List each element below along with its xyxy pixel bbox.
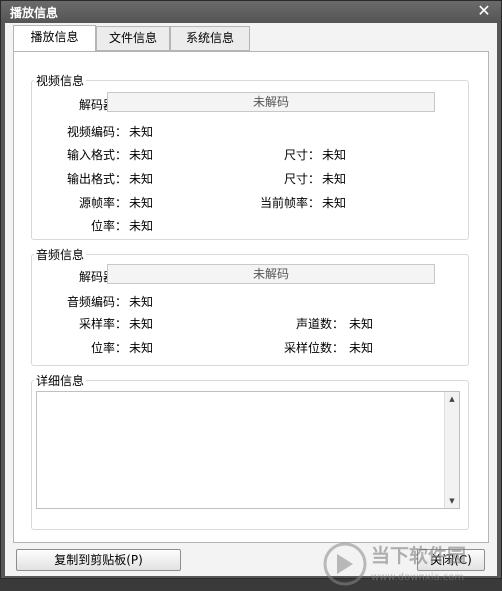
tab-system-info[interactable]: 系统信息 bbox=[170, 26, 250, 51]
input-format-label: 输入格式： bbox=[66, 148, 127, 162]
watermark-url: www.downxia.com bbox=[371, 572, 464, 583]
audio-bitrate-label: 位率： bbox=[90, 341, 127, 355]
video-decoder-field: 未解码 bbox=[107, 92, 435, 112]
current-fps-label: 当前帧率： bbox=[259, 196, 320, 210]
input-size-label: 尺寸： bbox=[283, 148, 320, 162]
audio-info-legend: 音频信息 bbox=[34, 246, 87, 263]
source-fps-value: 未知 bbox=[129, 196, 154, 210]
audio-decoder-field: 未解码 bbox=[107, 264, 435, 284]
output-format-value: 未知 bbox=[129, 172, 154, 186]
output-size-value: 未知 bbox=[322, 172, 347, 186]
audio-info-group: 音频信息 解码器： 未解码 音频编码： 未知 采样率： 未知 声道数： 未知 位… bbox=[31, 246, 469, 366]
bits-per-sample-value: 未知 bbox=[349, 341, 374, 355]
output-size-label: 尺寸： bbox=[283, 172, 320, 186]
watermark-brand: 当下软件园 bbox=[371, 544, 466, 567]
input-format-value: 未知 bbox=[129, 148, 154, 162]
details-group: 详细信息 ▲ ▼ bbox=[31, 372, 469, 530]
audio-codec-label: 音频编码： bbox=[66, 295, 127, 309]
source-fps-label: 源帧率： bbox=[78, 196, 127, 210]
video-codec-value: 未知 bbox=[129, 125, 154, 139]
video-codec-label: 视频编码： bbox=[66, 125, 127, 139]
tab-play-info[interactable]: 播放信息 bbox=[13, 25, 96, 52]
title-bar[interactable]: 播放信息 ✕ bbox=[1, 1, 501, 23]
tab-panel-play-info: 视频信息 解码器： 未解码 视频编码： 未知 输入格式： 未知 尺寸： 未知 输… bbox=[13, 51, 489, 543]
dialog-body: 播放信息 文件信息 系统信息 视频信息 解码器： 未解码 视频编码： 未知 输入… bbox=[5, 23, 497, 586]
output-format-label: 输出格式： bbox=[66, 172, 127, 186]
scroll-down-icon[interactable]: ▼ bbox=[447, 495, 457, 507]
video-bitrate-value: 未知 bbox=[129, 219, 154, 233]
audio-codec-value: 未知 bbox=[129, 295, 154, 309]
sample-rate-label: 采样率： bbox=[78, 317, 127, 331]
bits-per-sample-label: 采样位数： bbox=[283, 341, 344, 355]
audio-bitrate-value: 未知 bbox=[129, 341, 154, 355]
window-title: 播放信息 bbox=[10, 6, 59, 20]
channels-value: 未知 bbox=[349, 317, 374, 331]
video-info-group: 视频信息 解码器： 未解码 视频编码： 未知 输入格式： 未知 尺寸： 未知 输… bbox=[31, 72, 469, 240]
details-legend: 详细信息 bbox=[34, 372, 87, 389]
current-fps-value: 未知 bbox=[322, 196, 347, 210]
close-icon[interactable]: ✕ bbox=[475, 2, 493, 20]
input-size-value: 未知 bbox=[322, 148, 347, 162]
copy-to-clipboard-button[interactable]: 复制到剪贴板(P) bbox=[16, 549, 181, 571]
downxia-logo-icon: 当下软件园 www.downxia.com bbox=[323, 542, 466, 586]
details-textarea[interactable]: ▲ ▼ bbox=[36, 391, 460, 509]
scroll-up-icon[interactable]: ▲ bbox=[447, 393, 457, 405]
video-info-legend: 视频信息 bbox=[34, 72, 87, 89]
sample-rate-value: 未知 bbox=[129, 317, 154, 331]
details-scrollbar[interactable]: ▲ ▼ bbox=[444, 392, 459, 508]
watermark-logo: 当下软件园 www.downxia.com bbox=[323, 540, 493, 588]
video-bitrate-label: 位率： bbox=[90, 219, 127, 233]
tab-file-info[interactable]: 文件信息 bbox=[96, 26, 170, 51]
channels-label: 声道数： bbox=[295, 317, 344, 331]
play-info-dialog: 播放信息 ✕ 播放信息 文件信息 系统信息 视频信息 解码器： 未解码 视频编码… bbox=[0, 0, 502, 586]
